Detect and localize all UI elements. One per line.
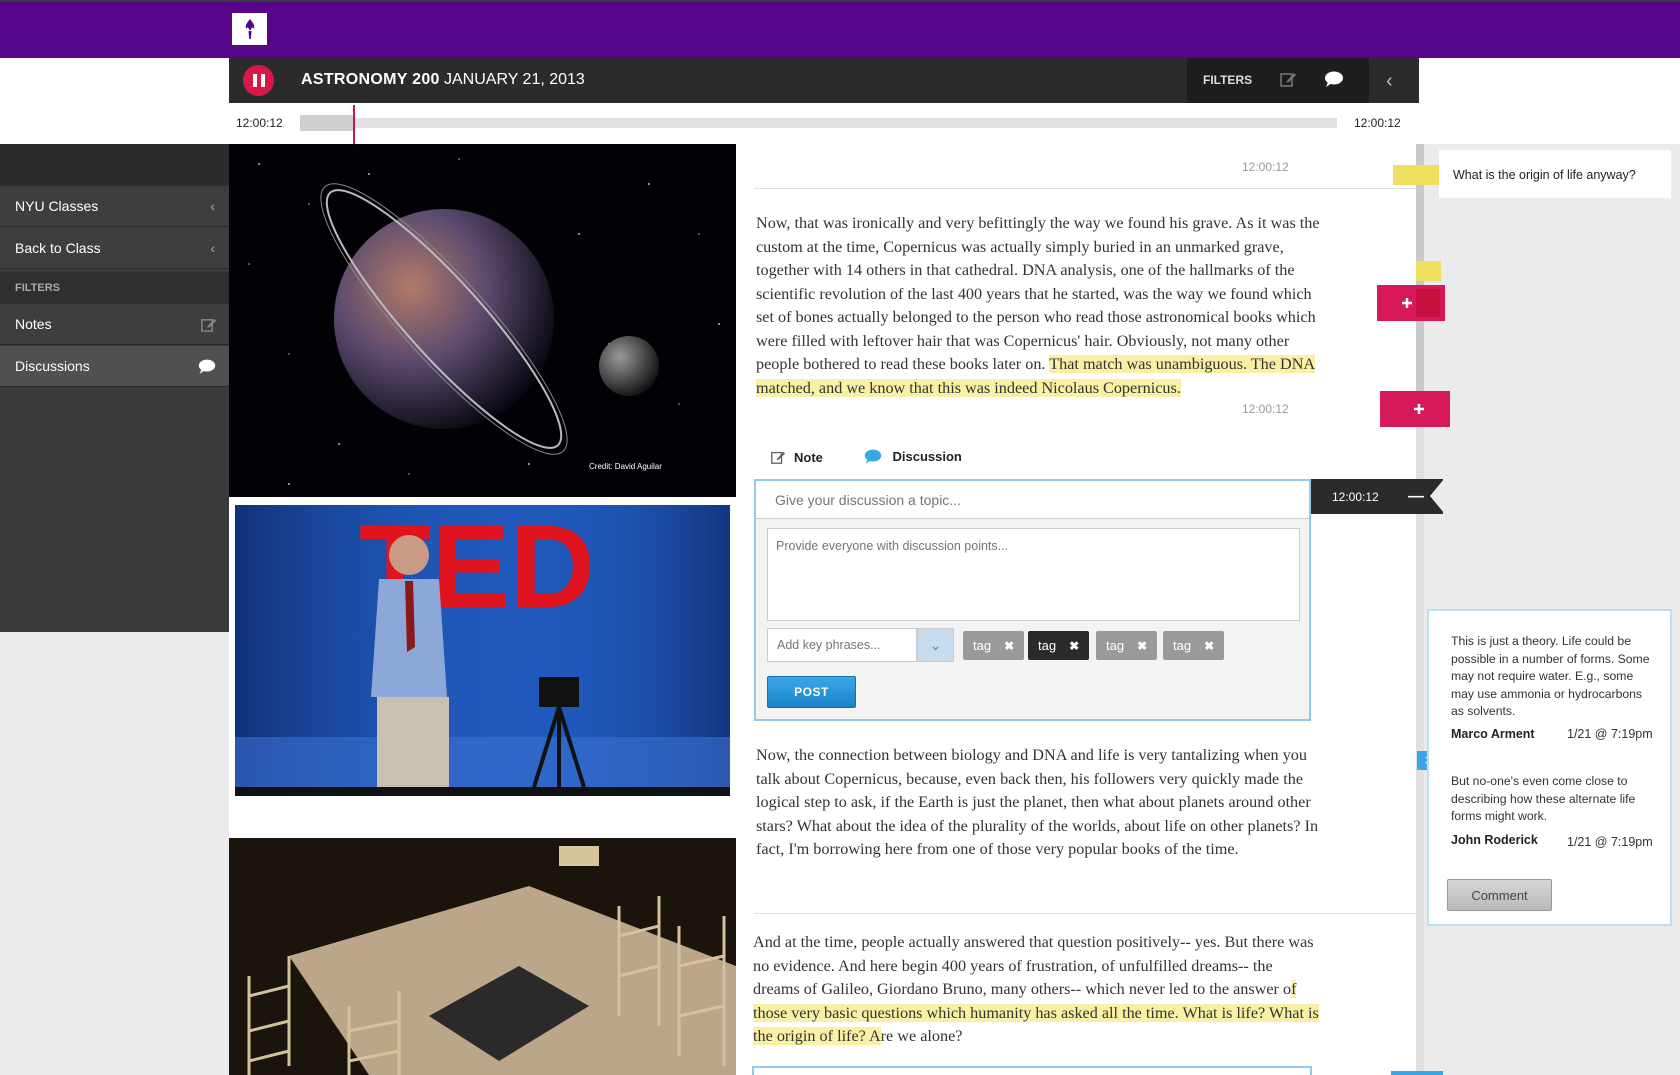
- timeline-track[interactable]: [300, 118, 1337, 128]
- comment-button[interactable]: Comment: [1447, 879, 1552, 911]
- video-credit: Credit: David Aguilar: [589, 462, 662, 471]
- video-planet-frame[interactable]: Credit: David Aguilar: [229, 144, 736, 497]
- header-tools: FILTERS: [1187, 58, 1369, 103]
- add-note-flag[interactable]: [1380, 391, 1450, 427]
- minus-icon[interactable]: —: [1408, 488, 1424, 506]
- transcript-paragraph[interactable]: Now, the connection between biology and …: [756, 744, 1321, 862]
- note-edit-icon: [200, 316, 217, 336]
- plus-icon: [1380, 391, 1450, 427]
- divider: [754, 913, 1419, 914]
- timeline-progress: [300, 115, 354, 131]
- chevron-left-icon: ‹: [210, 240, 215, 256]
- collapse-chevron-icon[interactable]: ‹: [1386, 70, 1393, 93]
- transcript-timestamp[interactable]: 12:00:12: [1242, 402, 1289, 416]
- comment-author[interactable]: John Roderick: [1451, 833, 1538, 847]
- post-button[interactable]: POST: [767, 676, 856, 708]
- pause-button[interactable]: [243, 65, 274, 96]
- discussion-icon[interactable]: [1323, 70, 1345, 93]
- transcript-timestamp[interactable]: 12:00:12: [1242, 160, 1289, 174]
- discussion-points-input[interactable]: [767, 528, 1300, 621]
- tab-discussion-label: Discussion: [892, 449, 962, 464]
- tag-label: tag: [1106, 638, 1125, 653]
- sidebar-header: [0, 144, 229, 186]
- timeline-playhead[interactable]: [353, 105, 355, 145]
- comment-text: This is just a theory. Life could be pos…: [1451, 634, 1650, 718]
- sidebar-item-label: Discussions: [15, 358, 90, 374]
- timeline-start-time: 12:00:12: [236, 116, 283, 130]
- comment-date: 1/21 @ 7:19pm: [1567, 835, 1653, 849]
- next-comment-marker[interactable]: [1391, 1071, 1443, 1075]
- paragraph-text: And at the time, people actually answere…: [753, 933, 1314, 998]
- remove-tag-icon[interactable]: ✖: [1204, 639, 1214, 653]
- highlight-marker[interactable]: [1416, 261, 1441, 281]
- tag-label: tag: [1173, 638, 1192, 653]
- remove-tag-icon[interactable]: ✖: [1004, 639, 1014, 653]
- tab-note[interactable]: Note: [770, 449, 823, 465]
- add-note-flag[interactable]: [1377, 285, 1445, 321]
- nyu-torch-logo[interactable]: [232, 13, 267, 45]
- remove-tag-icon[interactable]: ✖: [1069, 639, 1079, 653]
- plus-icon: [1377, 285, 1445, 321]
- sidebar-item-label: Back to Class: [15, 240, 101, 256]
- sidebar-item-discussions[interactable]: Discussions: [0, 346, 229, 387]
- discussion-icon: [864, 449, 881, 464]
- discussion-icon: [197, 358, 217, 378]
- sidebar-item-nyu-classes[interactable]: NYU Classes ‹: [0, 186, 229, 227]
- comment-date: 1/21 @ 7:19pm: [1567, 727, 1653, 741]
- tab-note-label: Note: [794, 449, 823, 465]
- comment-text: But no-one's even come close to describi…: [1451, 774, 1636, 823]
- course-title: ASTRONOMY 200: [301, 71, 440, 88]
- next-annotation-box: [752, 1066, 1312, 1075]
- divider: [754, 188, 1419, 189]
- active-annotation-flag[interactable]: 12:00:12 —: [1311, 479, 1444, 514]
- lecture-date: JANUARY 21, 2013: [444, 71, 585, 88]
- flag-time: 12:00:12: [1332, 489, 1379, 504]
- transcript-paragraph[interactable]: And at the time, people actually answere…: [753, 931, 1323, 1049]
- filters-button[interactable]: FILTERS: [1203, 73, 1252, 87]
- discussion-thread-card: This is just a theory. Life could be pos…: [1427, 609, 1672, 926]
- comment-author[interactable]: Marco Arment: [1451, 727, 1535, 741]
- chevron-down-icon: ⌄: [929, 636, 942, 653]
- torch-icon: [245, 19, 254, 39]
- note-edit-icon[interactable]: [1279, 70, 1297, 93]
- video-stage-model-frame[interactable]: [229, 816, 736, 1075]
- sidebar-item-notes[interactable]: Notes: [0, 304, 229, 345]
- transcript-paragraph[interactable]: Now, that was ironically and very befitt…: [756, 212, 1321, 400]
- flag-notch: [1430, 479, 1444, 513]
- key-phrases-dropdown[interactable]: ⌄: [917, 628, 954, 662]
- tag-label: tag: [973, 638, 992, 653]
- chevron-left-icon: ‹: [210, 198, 215, 214]
- sidebar-item-back-to-class[interactable]: Back to Class ‹: [0, 228, 229, 269]
- key-phrases-input[interactable]: [767, 628, 917, 662]
- topic-input[interactable]: [756, 481, 1309, 519]
- tag-chip[interactable]: tag ✖: [1028, 631, 1090, 660]
- note-edit-icon: [771, 451, 786, 464]
- question-card[interactable]: What is the origin of life anyway?: [1439, 150, 1671, 198]
- lecture-header: ASTRONOMY 200 JANUARY 21, 2013 FILTERS ‹: [229, 58, 1419, 103]
- sidebar-item-label: Notes: [15, 316, 52, 332]
- sidebar-filters-heading: FILTERS: [0, 272, 229, 304]
- video-column: Credit: David Aguilar TED: [229, 144, 736, 1075]
- tag-label: tag: [1038, 638, 1057, 653]
- tag-chip[interactable]: tag ✖: [1163, 631, 1225, 660]
- highlight-marker[interactable]: [1393, 165, 1440, 185]
- sidebar-item-label: NYU Classes: [15, 198, 99, 214]
- paragraph-text: Now, that was ironically and very befitt…: [756, 214, 1320, 373]
- discussion-form: ⌄ tag ✖ tag ✖ tag ✖ tag ✖ POST: [754, 479, 1311, 721]
- tab-discussion[interactable]: Discussion: [863, 448, 962, 465]
- tag-chip[interactable]: tag ✖: [1096, 631, 1158, 660]
- paragraph-text: re we alone?: [880, 1027, 963, 1045]
- annotation-tabs: Note Discussion: [770, 448, 962, 468]
- timeline-end-time: 12:00:12: [1354, 116, 1401, 130]
- tag-chip[interactable]: tag ✖: [963, 631, 1025, 660]
- remove-tag-icon[interactable]: ✖: [1137, 639, 1147, 653]
